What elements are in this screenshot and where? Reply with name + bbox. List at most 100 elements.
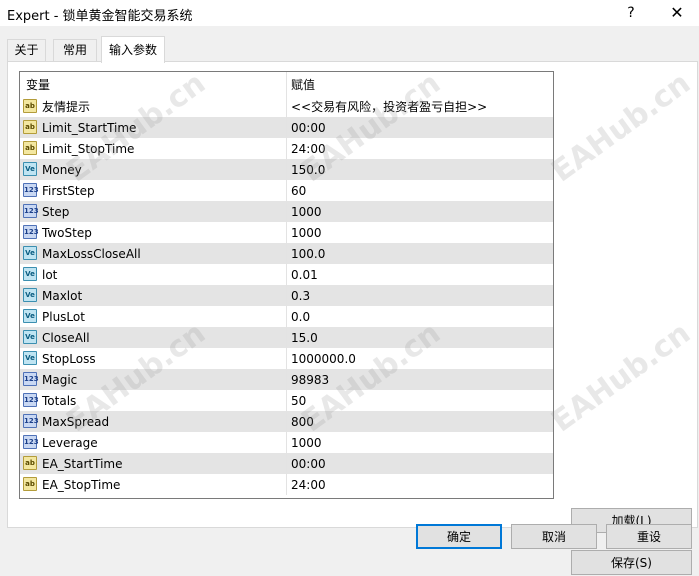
window-title: Expert - 锁单黄金智能交易系统 <box>7 9 193 24</box>
type-ve-icon: Ve <box>23 162 37 176</box>
parameter-value[interactable]: 0.01 <box>291 264 318 285</box>
table-header: 变量 赋值 <box>20 72 553 96</box>
column-divider <box>286 453 287 474</box>
column-header-variable[interactable]: 变量 <box>26 72 50 96</box>
column-header-value[interactable]: 赋值 <box>291 72 315 96</box>
table-row[interactable]: 123 MaxSpread 800 <box>20 411 553 432</box>
help-icon[interactable]: ? <box>618 2 644 24</box>
parameter-value[interactable]: 1000000.0 <box>291 348 356 369</box>
table-row[interactable]: Ve PlusLot 0.0 <box>20 306 553 327</box>
table-row[interactable]: Ve MaxLossCloseAll 100.0 <box>20 243 553 264</box>
column-divider <box>286 348 287 369</box>
parameter-value[interactable]: 100.0 <box>291 243 325 264</box>
parameter-name: 友情提示 <box>42 100 91 114</box>
table-row[interactable]: 123 Magic 98983 <box>20 369 553 390</box>
column-divider <box>286 474 287 495</box>
column-divider <box>286 327 287 348</box>
type-ve-icon: Ve <box>23 330 37 344</box>
type-123-icon: 123 <box>23 225 39 239</box>
column-divider <box>286 159 287 180</box>
parameter-value[interactable]: 24:00 <box>291 474 326 495</box>
column-divider <box>286 264 287 285</box>
parameter-value[interactable]: 00:00 <box>291 453 326 474</box>
parameter-name: Limit_StopTime <box>42 142 135 156</box>
parameter-value[interactable]: 60 <box>291 180 306 201</box>
parameter-value[interactable]: 0.0 <box>291 306 310 327</box>
parameter-value[interactable]: 800 <box>291 411 314 432</box>
column-divider <box>286 117 287 138</box>
parameter-value[interactable]: 0.3 <box>291 285 310 306</box>
column-divider <box>286 411 287 432</box>
table-row[interactable]: 123 FirstStep 60 <box>20 180 553 201</box>
column-divider <box>286 390 287 411</box>
type-123-icon: 123 <box>23 393 39 407</box>
column-divider <box>286 243 287 264</box>
table-row[interactable]: ab 友情提示 <<交易有风险，投资者盈亏自担>> <box>20 96 553 117</box>
parameter-value[interactable]: 00:00 <box>291 117 326 138</box>
parameter-value[interactable]: 98983 <box>291 369 329 390</box>
parameter-name: EA_StopTime <box>42 478 121 492</box>
parameter-name: Totals <box>42 394 77 408</box>
type-ab-icon: ab <box>23 456 37 470</box>
parameter-value[interactable]: 15.0 <box>291 327 318 348</box>
parameter-name: EA_StartTime <box>42 457 123 471</box>
save-button[interactable]: 保存(S) <box>571 550 692 575</box>
table-row[interactable]: ab EA_StopTime 24:00 <box>20 474 553 495</box>
column-divider <box>286 369 287 390</box>
parameter-name: MaxLossCloseAll <box>42 247 141 261</box>
tab-panel-inputs: 变量 赋值 ab 友情提示 <<交易有风险，投资者盈亏自担>> ab Limit_Sta… <box>7 61 698 575</box>
parameter-name: Limit_StartTime <box>42 121 137 135</box>
table-row[interactable]: Ve lot 0.01 <box>20 264 553 285</box>
tab-common[interactable]: 常用 <box>53 39 97 62</box>
type-ve-icon: Ve <box>23 309 37 323</box>
reset-button[interactable]: 重设 <box>606 524 692 549</box>
table-row[interactable]: 123 Totals 50 <box>20 390 553 411</box>
column-divider <box>286 285 287 306</box>
parameter-name: TwoStep <box>42 226 92 240</box>
parameter-name: StopLoss <box>42 352 96 366</box>
parameter-value[interactable]: 150.0 <box>291 159 325 180</box>
title-bar: Expert - 锁单黄金智能交易系统 ? ✕ <box>0 0 699 26</box>
type-ab-icon: ab <box>23 477 37 491</box>
parameter-value[interactable]: 24:00 <box>291 138 326 159</box>
table-row[interactable]: Ve CloseAll 15.0 <box>20 327 553 348</box>
close-icon[interactable]: ✕ <box>664 2 690 24</box>
type-ab-icon: ab <box>23 141 37 155</box>
parameter-value[interactable]: 50 <box>291 390 306 411</box>
table-row[interactable]: ab Limit_StopTime 24:00 <box>20 138 553 159</box>
expert-properties-dialog: Expert - 锁单黄金智能交易系统 ? ✕ 关于 常用 输入参数 变量 赋值… <box>0 0 699 575</box>
ok-button[interactable]: 确定 <box>416 524 502 549</box>
type-123-icon: 123 <box>23 435 39 449</box>
table-row[interactable]: Ve Money 150.0 <box>20 159 553 180</box>
table-row[interactable]: ab EA_StartTime 00:00 <box>20 453 553 474</box>
table-row[interactable]: 123 Leverage 1000 <box>20 432 553 453</box>
tab-about[interactable]: 关于 <box>7 39 46 62</box>
cancel-button[interactable]: 取消 <box>511 524 597 549</box>
parameters-table[interactable]: 变量 赋值 ab 友情提示 <<交易有风险，投资者盈亏自担>> ab Limit_Sta… <box>19 71 554 499</box>
table-row[interactable]: 123 TwoStep 1000 <box>20 222 553 243</box>
parameter-value[interactable]: 1000 <box>291 432 322 453</box>
type-ab-icon: ab <box>23 120 37 134</box>
table-row[interactable]: Ve Maxlot 0.3 <box>20 285 553 306</box>
parameter-name: Maxlot <box>42 289 83 303</box>
type-ve-icon: Ve <box>23 351 37 365</box>
tab-inputs[interactable]: 输入参数 <box>101 36 165 63</box>
parameter-value[interactable]: 1000 <box>291 201 322 222</box>
column-divider <box>286 201 287 222</box>
parameter-name: Step <box>42 205 70 219</box>
table-row[interactable]: Ve StopLoss 1000000.0 <box>20 348 553 369</box>
parameter-name: MaxSpread <box>42 415 110 429</box>
type-ab-icon: ab <box>23 99 37 113</box>
column-divider <box>286 306 287 327</box>
parameter-name: Leverage <box>42 436 98 450</box>
column-divider[interactable] <box>286 72 287 96</box>
parameter-name: PlusLot <box>42 310 85 324</box>
type-ve-icon: Ve <box>23 246 37 260</box>
parameter-value[interactable]: <<交易有风险，投资者盈亏自担>> <box>291 96 487 117</box>
table-row[interactable]: 123 Step 1000 <box>20 201 553 222</box>
parameter-value[interactable]: 1000 <box>291 222 322 243</box>
column-divider <box>286 180 287 201</box>
table-row[interactable]: ab Limit_StartTime 00:00 <box>20 117 553 138</box>
type-123-icon: 123 <box>23 183 39 197</box>
type-123-icon: 123 <box>23 372 39 386</box>
